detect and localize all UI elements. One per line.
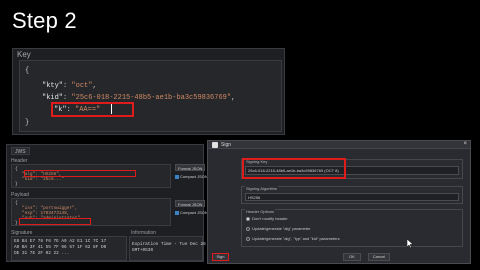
key-json-editor[interactable]: { "kty": "oct", "kid": "25c6-018-2215-48… (19, 60, 282, 132)
sign-dialog-title: Sign (221, 142, 232, 148)
payload-compact-json-label: Compact JSON (180, 210, 208, 215)
kid-line: "kid": "25c6-018-2215-48b5-ae1b-ba3c5983… (42, 94, 236, 102)
sign-button[interactable]: Sign (212, 253, 229, 261)
kty-line: "kty": "oct", (42, 82, 97, 90)
header-highlight-box (24, 170, 136, 177)
json-open-brace: { (25, 67, 30, 75)
sign-dialog: Sign × Signing Key 25c6-018-2215-48b5-ae… (207, 140, 471, 264)
header-format-json-button[interactable]: Format JSON (175, 164, 206, 171)
radio-icon (246, 226, 250, 231)
radio-update-alg-typ-kid[interactable]: Update/generate "alg", "typ" and "kid" p… (246, 236, 340, 241)
payload-highlight-box (19, 218, 91, 225)
app-icon (212, 142, 218, 148)
payload-compact-json-checkbox[interactable]: Compact JSON (175, 210, 208, 215)
checkbox-icon (175, 174, 179, 179)
signing-algorithm-label: Signing Algorithm (245, 186, 279, 191)
kid-value: "25c6-018-2215-48b5-ae1b-ba3c59836769" (71, 94, 232, 102)
payload-format-json-button[interactable]: Format JSON (175, 200, 206, 207)
header-line: { (15, 167, 18, 172)
header-compact-json-label: Compact JSON (180, 174, 208, 179)
kty-key: "kty" (42, 82, 64, 90)
jws-editor-window: JWS Header { "alg": "HS256", "kid": "25c… (6, 144, 243, 262)
header-compact-json-checkbox[interactable]: Compact JSON (175, 174, 208, 179)
signing-algorithm-group: Signing Algorithm HS256 (241, 186, 463, 204)
radio-update-alg[interactable]: Update/generate "alg" parameter (246, 226, 310, 231)
radio-label: Update/generate "alg" parameter (252, 226, 311, 231)
radio-icon (246, 236, 250, 241)
text-caret (111, 104, 112, 114)
kid-key: "kid" (42, 94, 64, 102)
radio-dont-modify-header[interactable]: Don't modify header (246, 216, 288, 221)
key-panel-label: Key (17, 50, 31, 59)
k-highlight-box (51, 102, 134, 117)
payload-line: { (15, 201, 18, 206)
hex-line: DE 31 7E 2F 02 22 ... (14, 251, 70, 256)
radio-label: Update/generate "alg", "typ" and "kid" p… (252, 236, 340, 241)
key-panel: Key { "kty": "oct", "kid": "25c6-018-221… (12, 48, 285, 135)
hex-line: E8 B4 E7 78 F6 7E A9 A2 E1 1C 7C 17 (14, 239, 107, 244)
hex-line: A0 BA 3F 41 55 7F 96 57 1F 62 8F D0 (14, 245, 107, 250)
cancel-button[interactable]: Cancel (368, 253, 390, 261)
info-line: GMT+0530 (132, 248, 154, 253)
mouse-cursor-icon (407, 239, 413, 248)
close-icon[interactable]: × (463, 141, 467, 147)
signing-algorithm-select[interactable]: HS256 (245, 193, 459, 201)
radio-selected-icon (246, 216, 250, 221)
tab-jws[interactable]: JWS (11, 147, 30, 155)
radio-label: Don't modify header (252, 216, 288, 221)
checkbox-icon (175, 210, 179, 215)
information-box: Expiration Time - Tue Dec 26 2023 23:59:… (129, 236, 243, 261)
payload-line: } (15, 221, 18, 226)
signing-key-highlight-box (242, 158, 346, 179)
slide-title: Step 2 (12, 8, 77, 33)
ok-button[interactable]: OK (343, 253, 361, 261)
sign-dialog-titlebar: Sign × (208, 141, 470, 149)
kty-value: "oct" (71, 82, 93, 90)
header-line: } (15, 182, 18, 187)
header-options-group: Header Options Don't modify header Updat… (241, 209, 463, 247)
header-line: "kid": "25c6..." (22, 177, 65, 182)
json-close-brace: } (25, 119, 30, 127)
header-options-label: Header Options (245, 209, 276, 214)
signature-hex-editor[interactable]: E8 B4 E7 78 F6 7E A9 A2 E1 1C 7C 17 A0 B… (11, 236, 127, 261)
